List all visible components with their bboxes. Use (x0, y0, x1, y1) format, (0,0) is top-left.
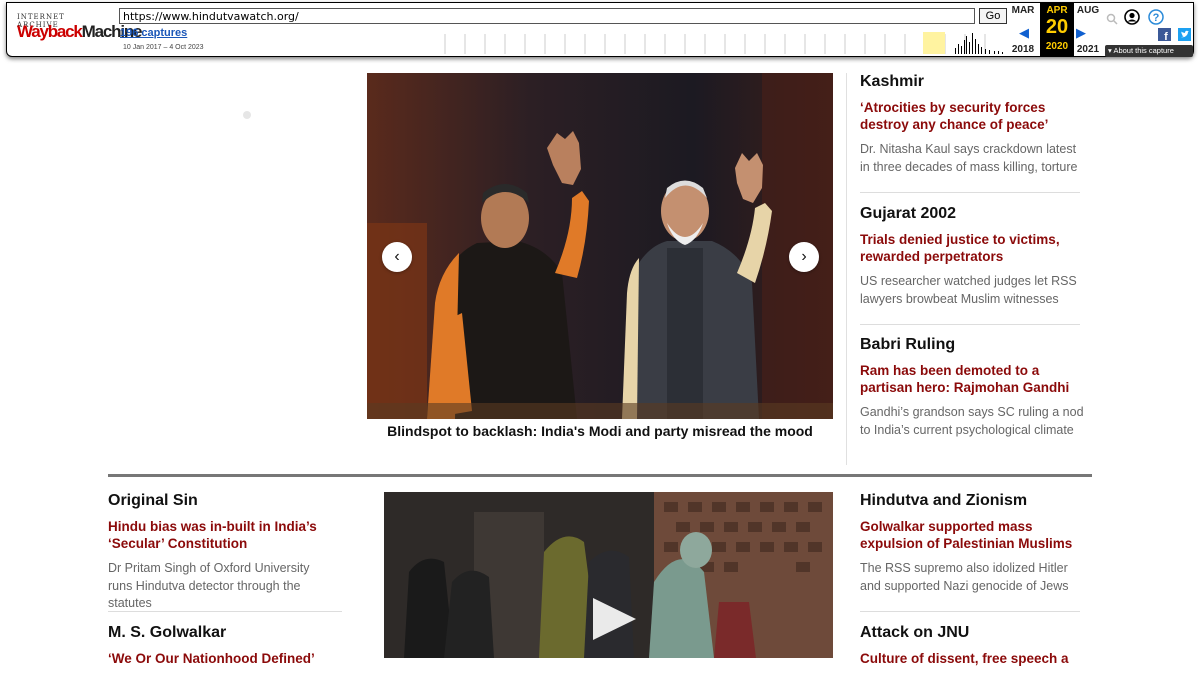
wordmark-wayback: Wayback (17, 22, 83, 41)
section-label[interactable]: Kashmir (860, 73, 1084, 91)
story-headline[interactable]: ‘Atrocities by security forces destroy a… (860, 100, 1084, 133)
wayback-toolbar: INTERNET ARCHIVE WaybackMachine https://… (6, 2, 1194, 57)
section-label[interactable]: Hindutva and Zionism (860, 492, 1084, 510)
story-dek: Dr Pritam Singh of Oxford University run… (108, 561, 310, 610)
current-year: 2020 (1045, 41, 1069, 52)
hero-photo (367, 73, 833, 419)
search-icon[interactable] (1106, 13, 1118, 25)
story-separator (860, 192, 1080, 193)
carousel-next-button[interactable]: › (789, 242, 819, 272)
story-dek: US researcher watched judges let RSS law… (860, 274, 1077, 306)
current-month: APR (1046, 5, 1068, 16)
section-label[interactable]: Babri Ruling (860, 336, 1084, 354)
story-dek: Dr. Nitasha Kaul says crackdown latest i… (860, 142, 1078, 174)
story-headline[interactable]: Golwalkar supported mass expulsion of Pa… (860, 519, 1084, 552)
go-button[interactable]: Go (979, 8, 1007, 24)
story-dek: The RSS supremo also idolized Hitler and… (860, 561, 1069, 593)
section-rule (108, 474, 1092, 477)
story-headline[interactable]: Trials denied justice to victims, reward… (860, 232, 1084, 265)
story-kashmir: Kashmir ‘Atrocities by security forces d… (860, 73, 1084, 176)
column-divider (846, 73, 847, 465)
hero-carousel[interactable]: ‹ › (367, 73, 833, 419)
decorative-dot (243, 111, 251, 119)
story-separator (860, 324, 1080, 325)
prev-month[interactable]: MAR (1005, 5, 1041, 17)
current-day: 20 (1045, 16, 1069, 38)
section-label[interactable]: Attack on JNU (860, 624, 1084, 642)
section-label[interactable]: Gujarat 2002 (860, 205, 1084, 223)
svg-text:?: ? (1153, 12, 1160, 24)
section-label[interactable]: Original Sin (108, 492, 332, 510)
carousel-prev-button[interactable]: ‹ (382, 242, 412, 272)
story-headline[interactable]: ‘We Or Our Nationhood Defined’ (108, 651, 332, 668)
story-babri: Babri Ruling Ram has been demoted to a p… (860, 336, 1084, 439)
chevron-left-icon: ‹ (394, 248, 400, 265)
twitter-icon[interactable] (1178, 28, 1191, 41)
story-headline[interactable]: Culture of dissent, free speech a (860, 651, 1084, 668)
svg-text:f: f (1164, 31, 1168, 41)
story-headline[interactable]: Hindu bias was in-built in India’s ‘Secu… (108, 519, 332, 552)
calendar-current: APR 20 2020 (1040, 3, 1074, 56)
section-label[interactable]: M. S. Golwalkar (108, 624, 332, 642)
next-capture-arrow-icon[interactable]: ▶ (1076, 25, 1086, 41)
story-original-sin: Original Sin Hindu bias was in-built in … (108, 492, 332, 613)
prev-capture-arrow-icon[interactable]: ◀ (1019, 25, 1029, 41)
story-gujarat: Gujarat 2002 Trials denied justice to vi… (860, 205, 1084, 308)
help-icon[interactable]: ? (1148, 9, 1164, 25)
story-golwalkar: M. S. Golwalkar ‘We Or Our Nationhood De… (108, 624, 332, 676)
story-hindutva-zionism: Hindutva and Zionism Golwalkar supported… (860, 492, 1084, 595)
calendar-prev[interactable]: MAR 2018 (1005, 5, 1041, 55)
capture-date-range: 10 Jan 2017 – 4 Oct 2023 (123, 44, 204, 51)
story-jnu: Attack on JNU Culture of dissent, free s… (860, 624, 1084, 676)
about-capture-button[interactable]: ▾ About this capture (1105, 45, 1193, 57)
user-icon[interactable] (1124, 9, 1140, 25)
chevron-right-icon: › (801, 248, 807, 265)
next-year[interactable]: 2021 (1070, 44, 1106, 55)
story-dek: Gandhi’s grandson says SC ruling a nod t… (860, 405, 1084, 437)
story-separator (108, 611, 342, 612)
facebook-icon[interactable]: f (1158, 28, 1171, 41)
story-separator (860, 611, 1080, 612)
about-capture-label: About this capture (1113, 46, 1174, 55)
capture-sparkline[interactable] (423, 30, 1005, 54)
video-player[interactable] (384, 492, 833, 658)
story-headline[interactable]: Ram has been demoted to a partisan hero:… (860, 363, 1084, 396)
captures-link[interactable]: 196 captures (120, 27, 187, 39)
prev-year[interactable]: 2018 (1005, 44, 1041, 55)
wayback-logo[interactable]: INTERNET ARCHIVE WaybackMachine (17, 9, 142, 49)
calendar-next[interactable]: AUG 2021 (1070, 5, 1106, 55)
hero-caption-link[interactable]: Blindspot to backlash: India's Modi and … (367, 423, 833, 439)
video-thumbnail (384, 492, 833, 658)
url-input[interactable]: https://www.hindutvawatch.org/ (119, 8, 975, 24)
next-month[interactable]: AUG (1070, 5, 1106, 17)
